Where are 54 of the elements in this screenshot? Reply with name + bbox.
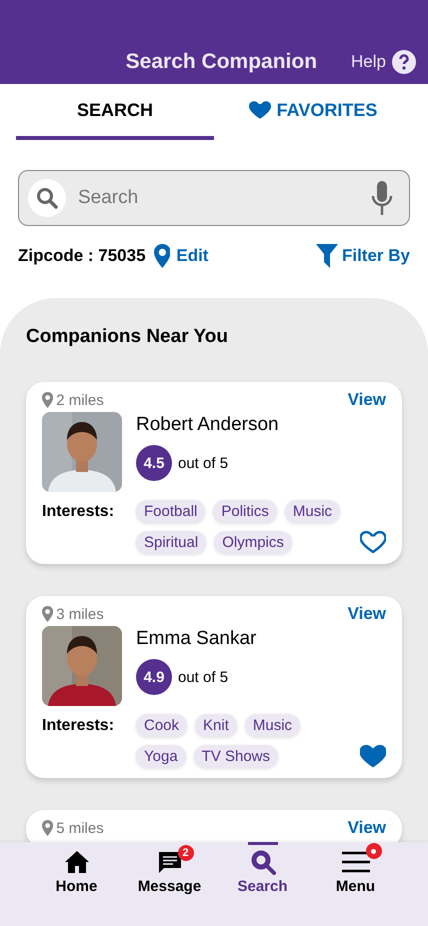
edit-link[interactable]: Edit xyxy=(176,246,208,266)
favorite-heart-icon[interactable] xyxy=(360,530,386,554)
search-icon xyxy=(35,186,59,210)
location-pin-icon xyxy=(154,244,170,268)
interest-tag: Music xyxy=(284,500,340,523)
interest-tag: Cook xyxy=(136,714,188,737)
help-link[interactable]: Help xyxy=(351,52,386,72)
rating-suffix: out of 5 xyxy=(178,454,228,472)
notification-badge: 2 xyxy=(178,845,194,861)
search-icon xyxy=(250,849,276,875)
view-link[interactable]: View xyxy=(348,604,386,624)
interests-label: Interests: xyxy=(42,502,116,521)
heart-icon xyxy=(248,100,271,120)
section-title: Companions Near You xyxy=(26,326,229,348)
tab[interactable]: SEARCH xyxy=(16,84,214,140)
location-pin-icon xyxy=(42,820,54,836)
search-bar[interactable]: Search xyxy=(18,170,410,226)
search-field[interactable]: Search xyxy=(76,186,361,210)
view-link[interactable]: View xyxy=(348,818,386,838)
filter-link[interactable]: Filter By xyxy=(342,246,410,266)
distance-label: 2 miles xyxy=(56,392,104,408)
distance-label: 3 miles xyxy=(56,606,104,622)
nav-item[interactable]: Home xyxy=(30,842,123,926)
nav-item[interactable]: Search xyxy=(216,842,309,926)
interest-tag: Music xyxy=(244,714,300,737)
zipcode-label: Zipcode : 75035 xyxy=(18,246,146,266)
tab[interactable]: FAVORITES xyxy=(214,84,412,140)
companion-name: Emma Sankar xyxy=(136,628,256,650)
menu-icon xyxy=(342,851,370,873)
microphone-icon[interactable] xyxy=(371,181,393,215)
favorite-heart-icon[interactable] xyxy=(360,744,386,768)
interest-tag: Politics xyxy=(213,500,277,523)
filter-icon[interactable] xyxy=(316,244,338,268)
rating-badge: 4.5 xyxy=(136,445,172,481)
rating-suffix: out of 5 xyxy=(178,668,228,686)
rating-badge: 4.9 xyxy=(136,659,172,695)
interest-tag: Yoga xyxy=(136,745,186,768)
location-pin-icon xyxy=(42,392,54,408)
home-icon xyxy=(64,850,90,874)
help-icon[interactable] xyxy=(392,50,416,74)
nav-item[interactable]: Menu xyxy=(309,842,402,926)
interests-label: Interests: xyxy=(42,716,116,735)
interest-tag: Olympics xyxy=(214,531,292,554)
interest-tag: TV Shows xyxy=(194,745,278,768)
interest-tag: Football xyxy=(136,500,206,523)
location-pin-icon xyxy=(42,606,54,622)
page-title: Search Companion xyxy=(126,50,318,74)
nav-item[interactable]: 2 Message xyxy=(123,842,216,926)
distance-label: 5 miles xyxy=(56,820,104,836)
chat-icon xyxy=(158,850,182,874)
interest-tag: Knit xyxy=(195,714,237,737)
companion-name: Robert Anderson xyxy=(136,414,279,436)
view-link[interactable]: View xyxy=(348,390,386,410)
interest-tag: Spiritual xyxy=(136,531,206,554)
